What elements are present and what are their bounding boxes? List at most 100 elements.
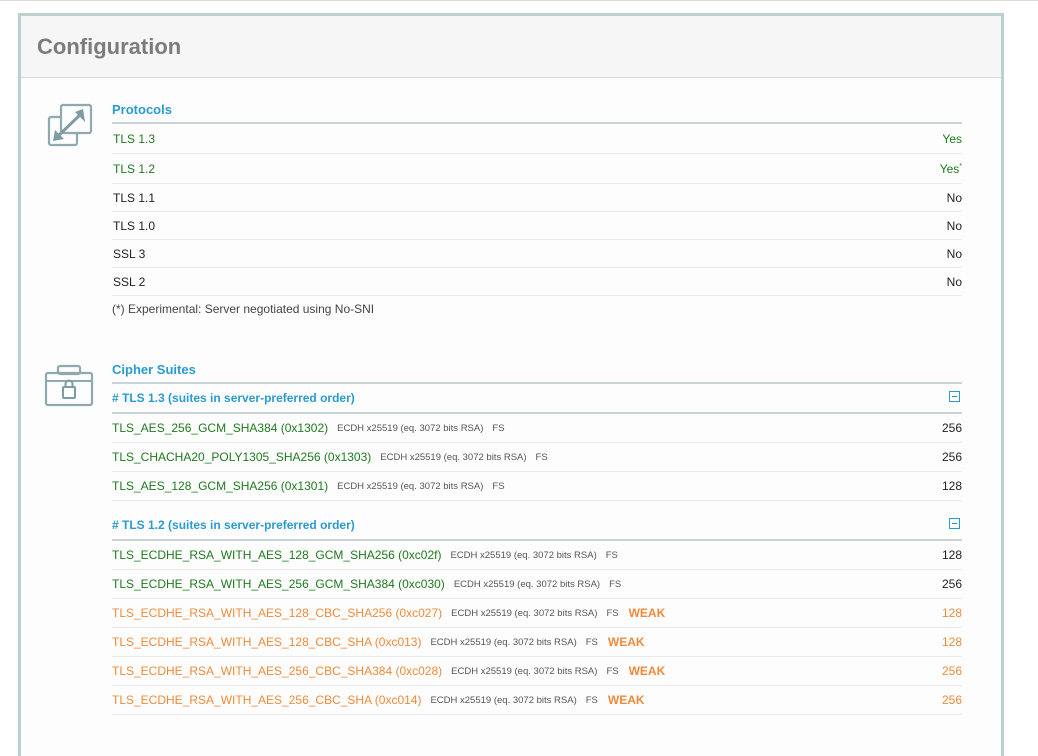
cipher-strength-bits: 128 bbox=[941, 548, 962, 562]
key-exchange-info: ECDH x25519 (eq. 3072 bits RSA) bbox=[337, 480, 484, 492]
weak-badge: WEAK bbox=[628, 606, 666, 620]
cipher-suites-title: Cipher Suites bbox=[112, 359, 962, 384]
cipher-suite-row: TLS_ECDHE_RSA_WITH_AES_128_GCM_SHA256 (0… bbox=[112, 541, 962, 570]
protocol-name: SSL 2 bbox=[113, 274, 146, 289]
protocols-section: Protocols TLS 1.3 Yes TLS 1.2 Yes* TLS 1.1 No… bbox=[112, 99, 962, 322]
protocol-row: TLS 1.2 Yes* bbox=[112, 154, 962, 184]
cipher-suite-info: TLS_ECDHE_RSA_WITH_AES_256_CBC_SHA (0xc0… bbox=[112, 693, 645, 707]
protocol-row: TLS 1.3 Yes bbox=[112, 124, 962, 154]
cipher-suite-name: TLS_ECDHE_RSA_WITH_AES_128_CBC_SHA256 (0… bbox=[112, 606, 443, 620]
cipher-strength-bits: 128 bbox=[941, 479, 962, 493]
protocol-support-text: No bbox=[946, 246, 962, 261]
cipher-suites-section: Cipher Suites # TLS 1.3 (suites in serve… bbox=[112, 359, 962, 715]
cipher-suite-info: TLS_ECDHE_RSA_WITH_AES_128_GCM_SHA256 (0… bbox=[112, 548, 618, 562]
cipher-suite-info: TLS_ECDHE_RSA_WITH_AES_256_CBC_SHA384 (0… bbox=[112, 664, 665, 678]
protocol-support-value: No bbox=[947, 275, 962, 289]
forward-secrecy-flag: FS bbox=[585, 694, 598, 706]
cipher-suite-name: TLS_ECDHE_RSA_WITH_AES_256_CBC_SHA (0xc0… bbox=[112, 693, 422, 707]
cipher-strength-bits: 256 bbox=[941, 664, 962, 678]
cipher-strength-bits: 256 bbox=[941, 450, 962, 464]
protocol-name: TLS 1.0 bbox=[113, 218, 156, 233]
collapse-minus-icon[interactable] bbox=[949, 518, 960, 529]
cipher-suite-name: TLS_ECDHE_RSA_WITH_AES_128_GCM_SHA256 (0… bbox=[112, 548, 442, 562]
cipher-suite-row: TLS_ECDHE_RSA_WITH_AES_128_CBC_SHA256 (0… bbox=[112, 599, 962, 628]
cipher-strength-bits: 256 bbox=[941, 693, 962, 707]
protocol-support-text: Yes bbox=[939, 161, 960, 176]
key-exchange-info: ECDH x25519 (eq. 3072 bits RSA) bbox=[451, 665, 598, 677]
cipher-suite-row: TLS_AES_256_GCM_SHA384 (0x1302) ECDH x255… bbox=[112, 414, 962, 443]
cipher-group: # TLS 1.2 (suites in server-preferred or… bbox=[112, 511, 962, 715]
key-exchange-info: ECDH x25519 (eq. 3072 bits RSA) bbox=[337, 422, 484, 434]
cipher-suite-name: TLS_AES_128_GCM_SHA256 (0x1301) bbox=[112, 479, 329, 493]
protocol-support-value: Yes* bbox=[940, 162, 962, 176]
weak-badge: WEAK bbox=[607, 693, 645, 707]
key-exchange-info: ECDH x25519 (eq. 3072 bits RSA) bbox=[430, 636, 577, 648]
key-exchange-info: ECDH x25519 (eq. 3072 bits RSA) bbox=[430, 694, 577, 706]
cipher-strength-bits: 256 bbox=[941, 577, 962, 591]
forward-secrecy-flag: FS bbox=[492, 422, 505, 434]
expand-arrows-icon bbox=[46, 102, 94, 153]
collapse-minus-icon[interactable] bbox=[949, 391, 960, 402]
protocol-support-text: No bbox=[946, 190, 962, 205]
forward-secrecy-flag: FS bbox=[585, 636, 598, 648]
cipher-group-heading: # TLS 1.3 (suites in server-preferred or… bbox=[112, 384, 962, 414]
protocol-name: TLS 1.3 bbox=[113, 131, 156, 146]
forward-secrecy-flag: FS bbox=[535, 451, 548, 463]
cipher-group: # TLS 1.3 (suites in server-preferred or… bbox=[112, 384, 962, 501]
protocol-name: SSL 3 bbox=[113, 246, 146, 261]
cipher-suite-info: TLS_AES_128_GCM_SHA256 (0x1301) ECDH x255… bbox=[112, 479, 505, 493]
forward-secrecy-flag: FS bbox=[609, 578, 622, 590]
protocol-support-value: No bbox=[947, 219, 962, 233]
cipher-suite-info: TLS_ECDHE_RSA_WITH_AES_256_GCM_SHA384 (0… bbox=[112, 577, 621, 591]
forward-secrecy-flag: FS bbox=[606, 607, 619, 619]
footnote-mark: * bbox=[959, 162, 962, 170]
cipher-suite-info: TLS_AES_256_GCM_SHA384 (0x1302) ECDH x255… bbox=[112, 421, 505, 435]
cipher-suite-name: TLS_ECDHE_RSA_WITH_AES_256_CBC_SHA384 (0… bbox=[112, 664, 443, 678]
cipher-suite-row: TLS_ECDHE_RSA_WITH_AES_128_CBC_SHA (0xc0… bbox=[112, 628, 962, 657]
key-exchange-info: ECDH x25519 (eq. 3072 bits RSA) bbox=[450, 549, 597, 561]
cipher-suite-name: TLS_ECDHE_RSA_WITH_AES_256_GCM_SHA384 (0… bbox=[112, 577, 445, 591]
cipher-suite-row: TLS_AES_128_GCM_SHA256 (0x1301) ECDH x255… bbox=[112, 472, 962, 501]
forward-secrecy-flag: FS bbox=[606, 665, 619, 677]
forward-secrecy-flag: FS bbox=[492, 480, 505, 492]
cipher-suite-name: TLS_AES_256_GCM_SHA384 (0x1302) bbox=[112, 421, 329, 435]
cipher-group-title: # TLS 1.3 (suites in server-preferred or… bbox=[112, 391, 355, 405]
cipher-suite-info: TLS_CHACHA20_POLY1305_SHA256 (0x1303) ECD… bbox=[112, 450, 548, 464]
protocol-row: TLS 1.1 No bbox=[112, 184, 962, 212]
cipher-suite-row: TLS_ECDHE_RSA_WITH_AES_256_CBC_SHA384 (0… bbox=[112, 657, 962, 686]
page-title: Configuration bbox=[37, 34, 182, 59]
configuration-panel: Configuration Protocols TLS 1.3 Yes TLS 1.… bbox=[18, 13, 1004, 756]
cipher-suite-name: TLS_CHACHA20_POLY1305_SHA256 (0x1303) bbox=[112, 450, 372, 464]
forward-secrecy-flag: FS bbox=[605, 549, 618, 561]
protocol-support-text: No bbox=[946, 218, 962, 233]
cipher-strength-bits: 256 bbox=[941, 421, 962, 435]
protocol-row: SSL 2 No bbox=[112, 268, 962, 296]
key-exchange-info: ECDH x25519 (eq. 3072 bits RSA) bbox=[380, 451, 527, 463]
weak-badge: WEAK bbox=[628, 664, 666, 678]
protocol-support-value: No bbox=[947, 247, 962, 261]
protocol-name: TLS 1.2 bbox=[113, 161, 156, 176]
protocol-support-text: No bbox=[946, 274, 962, 289]
cipher-suite-info: TLS_ECDHE_RSA_WITH_AES_128_CBC_SHA256 (0… bbox=[112, 606, 665, 620]
protocol-name: TLS 1.1 bbox=[113, 190, 156, 205]
cipher-group-title: # TLS 1.2 (suites in server-preferred or… bbox=[112, 518, 355, 532]
protocol-row: TLS 1.0 No bbox=[112, 212, 962, 240]
cipher-strength-bits: 128 bbox=[941, 606, 962, 620]
protocol-support-value: No bbox=[947, 191, 962, 205]
weak-badge: WEAK bbox=[607, 635, 645, 649]
key-exchange-info: ECDH x25519 (eq. 3072 bits RSA) bbox=[453, 578, 601, 590]
cipher-group-heading: # TLS 1.2 (suites in server-preferred or… bbox=[112, 511, 962, 541]
cipher-strength-bits: 128 bbox=[941, 635, 962, 649]
cipher-suite-row: TLS_CHACHA20_POLY1305_SHA256 (0x1303) ECD… bbox=[112, 443, 962, 472]
protocol-support-value: Yes bbox=[942, 132, 962, 146]
protocol-support-text: Yes bbox=[942, 131, 962, 146]
protocol-row: SSL 3 No bbox=[112, 240, 962, 268]
cipher-suite-name: TLS_ECDHE_RSA_WITH_AES_128_CBC_SHA (0xc0… bbox=[112, 635, 422, 649]
cipher-suite-info: TLS_ECDHE_RSA_WITH_AES_128_CBC_SHA (0xc0… bbox=[112, 635, 645, 649]
lock-toolbox-icon bbox=[44, 364, 94, 413]
protocols-title: Protocols bbox=[112, 99, 962, 124]
cipher-suite-row: TLS_ECDHE_RSA_WITH_AES_256_GCM_SHA384 (0… bbox=[112, 570, 962, 599]
protocols-footnote: (*) Experimental: Server negotiated usin… bbox=[112, 302, 375, 316]
top-divider bbox=[0, 0, 1038, 1]
panel-header: Configuration bbox=[21, 16, 1001, 78]
